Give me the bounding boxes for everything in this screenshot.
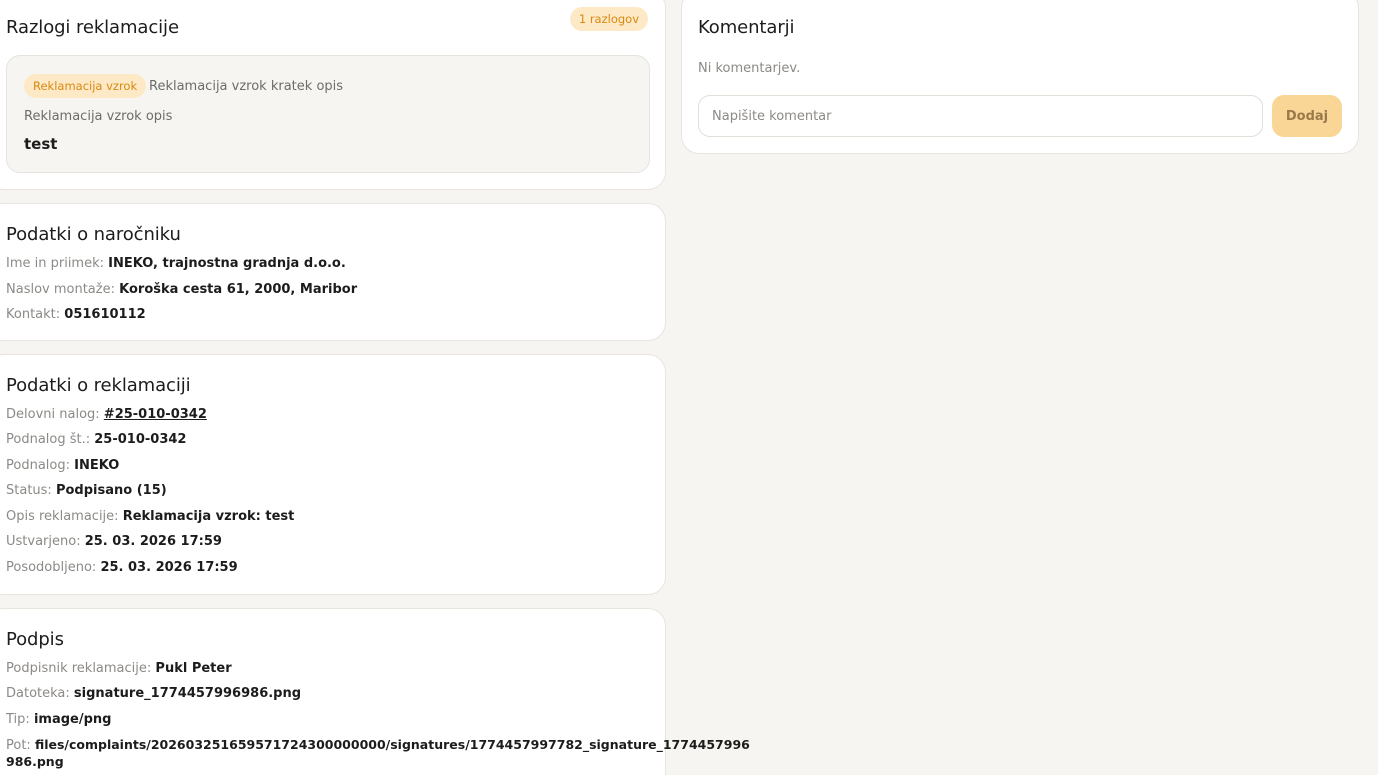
- reasons-title: Razlogi reklamacije: [6, 17, 179, 38]
- created-label: Ustvarjeno:: [6, 534, 81, 549]
- suborder-number-row: Podnalog št.: 25-010-0342: [6, 432, 186, 447]
- suborder-number-label: Podnalog št.:: [6, 432, 91, 447]
- reason-description-label: Reklamacija vzrok opis: [24, 109, 173, 124]
- complaint-card: Podatki o reklamaciji Delovni nalog: #25…: [0, 354, 666, 595]
- work-order-link[interactable]: #25-010-0342: [104, 407, 207, 422]
- signature-card: Podpis Podpisnik reklamacije: Pukl Peter…: [0, 608, 750, 775]
- customer-name: INEKO, trajnostna gradnja d.o.o.: [108, 256, 346, 271]
- reasons-count-badge: 1 razlogov: [569, 7, 648, 31]
- signature-title: Podpis: [6, 629, 64, 650]
- reason-short-description: Reklamacija vzrok kratek opis: [149, 79, 344, 94]
- path-row-continued: 986.png: [6, 754, 64, 770]
- customer-address: Koroška cesta 61, 2000, Maribor: [119, 282, 358, 297]
- customer-contact: 051610112: [64, 307, 146, 322]
- customer-card: Podatki o naročniku Ime in priimek: INEK…: [0, 203, 666, 341]
- reasons-card: Razlogi reklamacije 1 razlogov Reklamaci…: [0, 0, 666, 190]
- type-label: Tip:: [6, 712, 30, 727]
- complaint-detail-page: Razlogi reklamacije 1 razlogov Reklamaci…: [0, 0, 1378, 775]
- comments-title: Komentarji: [698, 17, 795, 38]
- work-order-label: Delovni nalog:: [6, 407, 100, 422]
- work-order-row: Delovni nalog: #25-010-0342: [6, 407, 207, 422]
- suborder-number: 25-010-0342: [94, 432, 187, 447]
- file-name: signature_1774457996986.png: [73, 686, 302, 701]
- customer-contact-row: Kontakt: 051610112: [6, 307, 146, 322]
- complaint-description-label: Opis reklamacije:: [6, 509, 119, 524]
- type-row: Tip: image/png: [6, 712, 111, 727]
- signer-label: Podpisnik reklamacije:: [6, 661, 152, 676]
- signer-row: Podpisnik reklamacije: Pukl Peter: [6, 661, 232, 676]
- status-row: Status: Podpisano (15): [6, 483, 167, 498]
- path-label: Pot:: [6, 738, 31, 753]
- complaint-title: Podatki o reklamaciji: [6, 375, 191, 396]
- customer-contact-label: Kontakt:: [6, 307, 61, 322]
- customer-name-label: Ime in priimek:: [6, 256, 105, 271]
- complaint-description-row: Opis reklamacije: Reklamacija vzrok: tes…: [6, 509, 294, 524]
- reason-item: Reklamacija vzrok Reklamacija vzrok krat…: [6, 55, 650, 173]
- file-path-line2: 986.png: [6, 754, 64, 769]
- comment-input[interactable]: [698, 95, 1263, 137]
- no-comments-text: Ni komentarjev.: [698, 61, 801, 76]
- signer-name: Pukl Peter: [155, 661, 232, 676]
- updated-date: 25. 03. 2026 17:59: [100, 560, 238, 575]
- reason-tag: Reklamacija vzrok: [24, 74, 147, 98]
- comments-card: Komentarji Ni komentarjev. Dodaj: [681, 0, 1359, 154]
- file-label: Datoteka:: [6, 686, 70, 701]
- updated-label: Posodobljeno:: [6, 560, 97, 575]
- file-type: image/png: [33, 712, 112, 727]
- status-value: Podpisano (15): [55, 483, 167, 498]
- suborder-label: Podnalog:: [6, 458, 70, 473]
- add-comment-button[interactable]: Dodaj: [1272, 95, 1342, 137]
- customer-title: Podatki o naročniku: [6, 224, 181, 245]
- file-row: Datoteka: signature_1774457996986.png: [6, 686, 301, 701]
- created-row: Ustvarjeno: 25. 03. 2026 17:59: [6, 534, 222, 549]
- complaint-description: Reklamacija vzrok: test: [122, 509, 295, 524]
- suborder-row: Podnalog: INEKO: [6, 458, 119, 473]
- file-path-line1: files/complaints/20260325165957172430000…: [34, 737, 750, 752]
- status-label: Status:: [6, 483, 52, 498]
- customer-name-row: Ime in priimek: INEKO, trajnostna gradnj…: [6, 256, 346, 271]
- suborder: INEKO: [74, 458, 120, 473]
- customer-address-row: Naslov montaže: Koroška cesta 61, 2000, …: [6, 282, 357, 297]
- created-date: 25. 03. 2026 17:59: [84, 534, 222, 549]
- path-row: Pot: files/complaints/202603251659571724…: [6, 737, 750, 753]
- reason-description: test: [24, 135, 58, 153]
- updated-row: Posodobljeno: 25. 03. 2026 17:59: [6, 560, 238, 575]
- customer-address-label: Naslov montaže:: [6, 282, 115, 297]
